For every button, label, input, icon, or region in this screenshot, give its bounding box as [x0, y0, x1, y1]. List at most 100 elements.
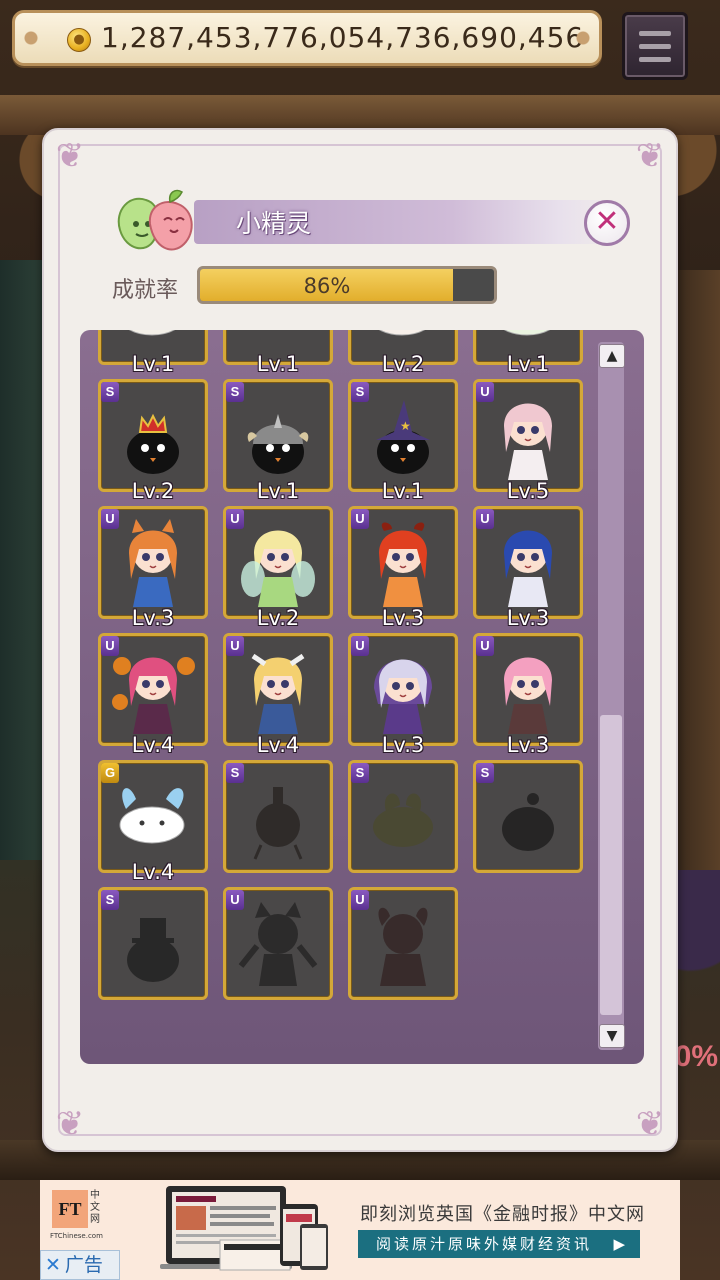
rank-badge: U [101, 636, 119, 656]
girl-pink-icon [504, 403, 552, 480]
newspaper-devices-icon [160, 1186, 328, 1271]
corner-ornament-icon: ❦ [55, 1104, 85, 1144]
spirit-card[interactable]: Lv.1 [223, 330, 333, 376]
level-label: Lv.4 [131, 860, 175, 884]
background-right-panel [674, 270, 720, 870]
level-label: Lv.3 [381, 606, 425, 630]
spirit-card[interactable]: S [98, 887, 208, 1000]
spirit-card[interactable]: U [223, 887, 333, 1000]
coin-balance-bar: ● 1,287,453,776,054,736,690,456 [12, 10, 602, 66]
menu-button[interactable] [622, 12, 688, 80]
ad-label: 广告 [64, 1254, 103, 1276]
girl-fire-icon [379, 522, 427, 607]
bunny-white-icon [119, 788, 185, 844]
level-label: Lv.1 [131, 352, 175, 376]
spirit-card[interactable]: S Lv.2 [98, 379, 208, 503]
blob-silhouette-icon [502, 793, 554, 851]
girl-valkyrie-icon [251, 653, 305, 734]
spirit-grid-panel[interactable]: Lv.1 Lv.1 Lv.2 Lv.1 S Lv.2 S Lv.1 ★ S Lv.1 U Lv.5 U Lv… [80, 330, 644, 1064]
rank-badge: U [476, 636, 494, 656]
ad-close-button[interactable]: ✕ 广告 [40, 1250, 120, 1280]
girl-pinkhair-icon [504, 657, 552, 734]
spirit-card[interactable]: U Lv.3 [473, 633, 583, 757]
spirit-card[interactable]: S Lv.1 [223, 379, 333, 503]
rank-badge: S [101, 890, 119, 910]
rank-badge: U [226, 509, 244, 529]
hamburger-menu-icon [639, 44, 671, 49]
corner-ornament-icon: ❦ [635, 136, 665, 176]
level-label: Lv.1 [256, 352, 300, 376]
scrollbar-thumb[interactable] [600, 715, 622, 1015]
close-x-icon: ✕ [594, 204, 620, 239]
spirit-card[interactable]: U Lv.4 [223, 633, 333, 757]
level-label: Lv.4 [131, 733, 175, 757]
level-label: Lv.1 [256, 479, 300, 503]
level-label: Lv.4 [256, 733, 300, 757]
spirit-card[interactable]: G Lv.4 [98, 760, 208, 884]
spirit-card[interactable]: S [348, 760, 458, 873]
girl-pumpkin-icon [112, 657, 195, 734]
ft-logo-domain: FTChinese.com [50, 1232, 103, 1240]
rank-badge: U [476, 509, 494, 529]
ad-cta-label: 阅读原汁原味外媒财经资讯 [376, 1235, 593, 1253]
beetle-silhouette-icon [373, 793, 433, 847]
rank-badge: S [226, 382, 244, 402]
ft-logo: FT [52, 1190, 88, 1228]
spirit-card[interactable]: U Lv.4 [98, 633, 208, 757]
completion-label: 成就率 [112, 278, 179, 303]
play-arrow-icon: ▶ [613, 1235, 628, 1253]
close-x-icon: ✕ [45, 1254, 61, 1276]
completion-progress-bar: 86% [197, 266, 497, 304]
rank-badge: S [476, 763, 494, 783]
catgirl-silhouette-icon [238, 902, 318, 986]
spirit-card[interactable]: U Lv.3 [348, 633, 458, 757]
spirit-collection-dialog: ❦ ❦ ❦ ❦ 小精灵 ✕ 成就率 86% Lv.1 Lv.1 Lv.2 Lv.1 S L… [42, 128, 678, 1152]
level-label: Lv.1 [506, 352, 550, 376]
blob-crown-icon [127, 413, 179, 474]
rank-badge: S [351, 763, 369, 783]
rank-badge: U [101, 509, 119, 529]
spirit-card[interactable]: Lv.2 [348, 330, 458, 376]
spirit-card[interactable]: ★ S Lv.1 [348, 379, 458, 503]
level-label: Lv.2 [256, 606, 300, 630]
blob-helmet-icon [247, 414, 309, 474]
rank-badge: U [351, 890, 369, 910]
svg-text:★: ★ [400, 419, 411, 433]
corner-ornament-icon: ❦ [55, 136, 85, 176]
background-percent-text: 0% [674, 1040, 718, 1073]
spirit-card[interactable]: U Lv.3 [98, 506, 208, 630]
spirit-icon [117, 189, 193, 251]
girl-fairy-icon [241, 530, 315, 607]
level-label: Lv.3 [381, 733, 425, 757]
rank-badge: U [226, 636, 244, 656]
close-button[interactable]: ✕ [584, 200, 630, 246]
rank-badge: S [226, 763, 244, 783]
spirit-card[interactable]: S [473, 760, 583, 873]
scroll-down-button[interactable]: ▼ [599, 1024, 625, 1048]
ad-banner[interactable]: FT 中文网 FTChinese.com ✕ 广告 即刻浏览英国《金融时报》中文网… [40, 1180, 680, 1280]
rank-badge: U [351, 509, 369, 529]
rank-badge: S [351, 382, 369, 402]
spirit-card[interactable]: U Lv.5 [473, 379, 583, 503]
level-label: Lv.3 [506, 733, 550, 757]
level-label: Lv.2 [131, 479, 175, 503]
spirit-card[interactable]: Lv.1 [98, 330, 208, 376]
tophat-silhouette-icon [127, 918, 179, 982]
spirit-card[interactable]: U Lv.3 [473, 506, 583, 630]
spirit-card[interactable]: S [223, 760, 333, 873]
ad-cta-button[interactable]: 阅读原汁原味外媒财经资讯 ▶ [358, 1230, 640, 1258]
spirit-card[interactable]: Lv.1 [473, 330, 583, 376]
scroll-up-button[interactable]: ▲ [599, 344, 625, 368]
spirit-card[interactable]: U Lv.2 [223, 506, 333, 630]
dialog-title: 小精灵 [236, 209, 312, 238]
spirit-card[interactable]: U Lv.3 [348, 506, 458, 630]
gold-coin-icon: ● [67, 28, 91, 52]
hamburger-menu-icon [639, 31, 671, 36]
coin-balance-value: 1,287,453,776,054,736,690,456 [101, 21, 585, 54]
level-label: Lv.3 [131, 606, 175, 630]
girl-blue-icon [504, 530, 552, 607]
rank-badge: U [351, 636, 369, 656]
ad-headline: 即刻浏览英国《金融时报》中文网 [360, 1204, 645, 1225]
spirit-card[interactable]: U [348, 887, 458, 1000]
blob-witch-icon: ★ [376, 400, 430, 474]
